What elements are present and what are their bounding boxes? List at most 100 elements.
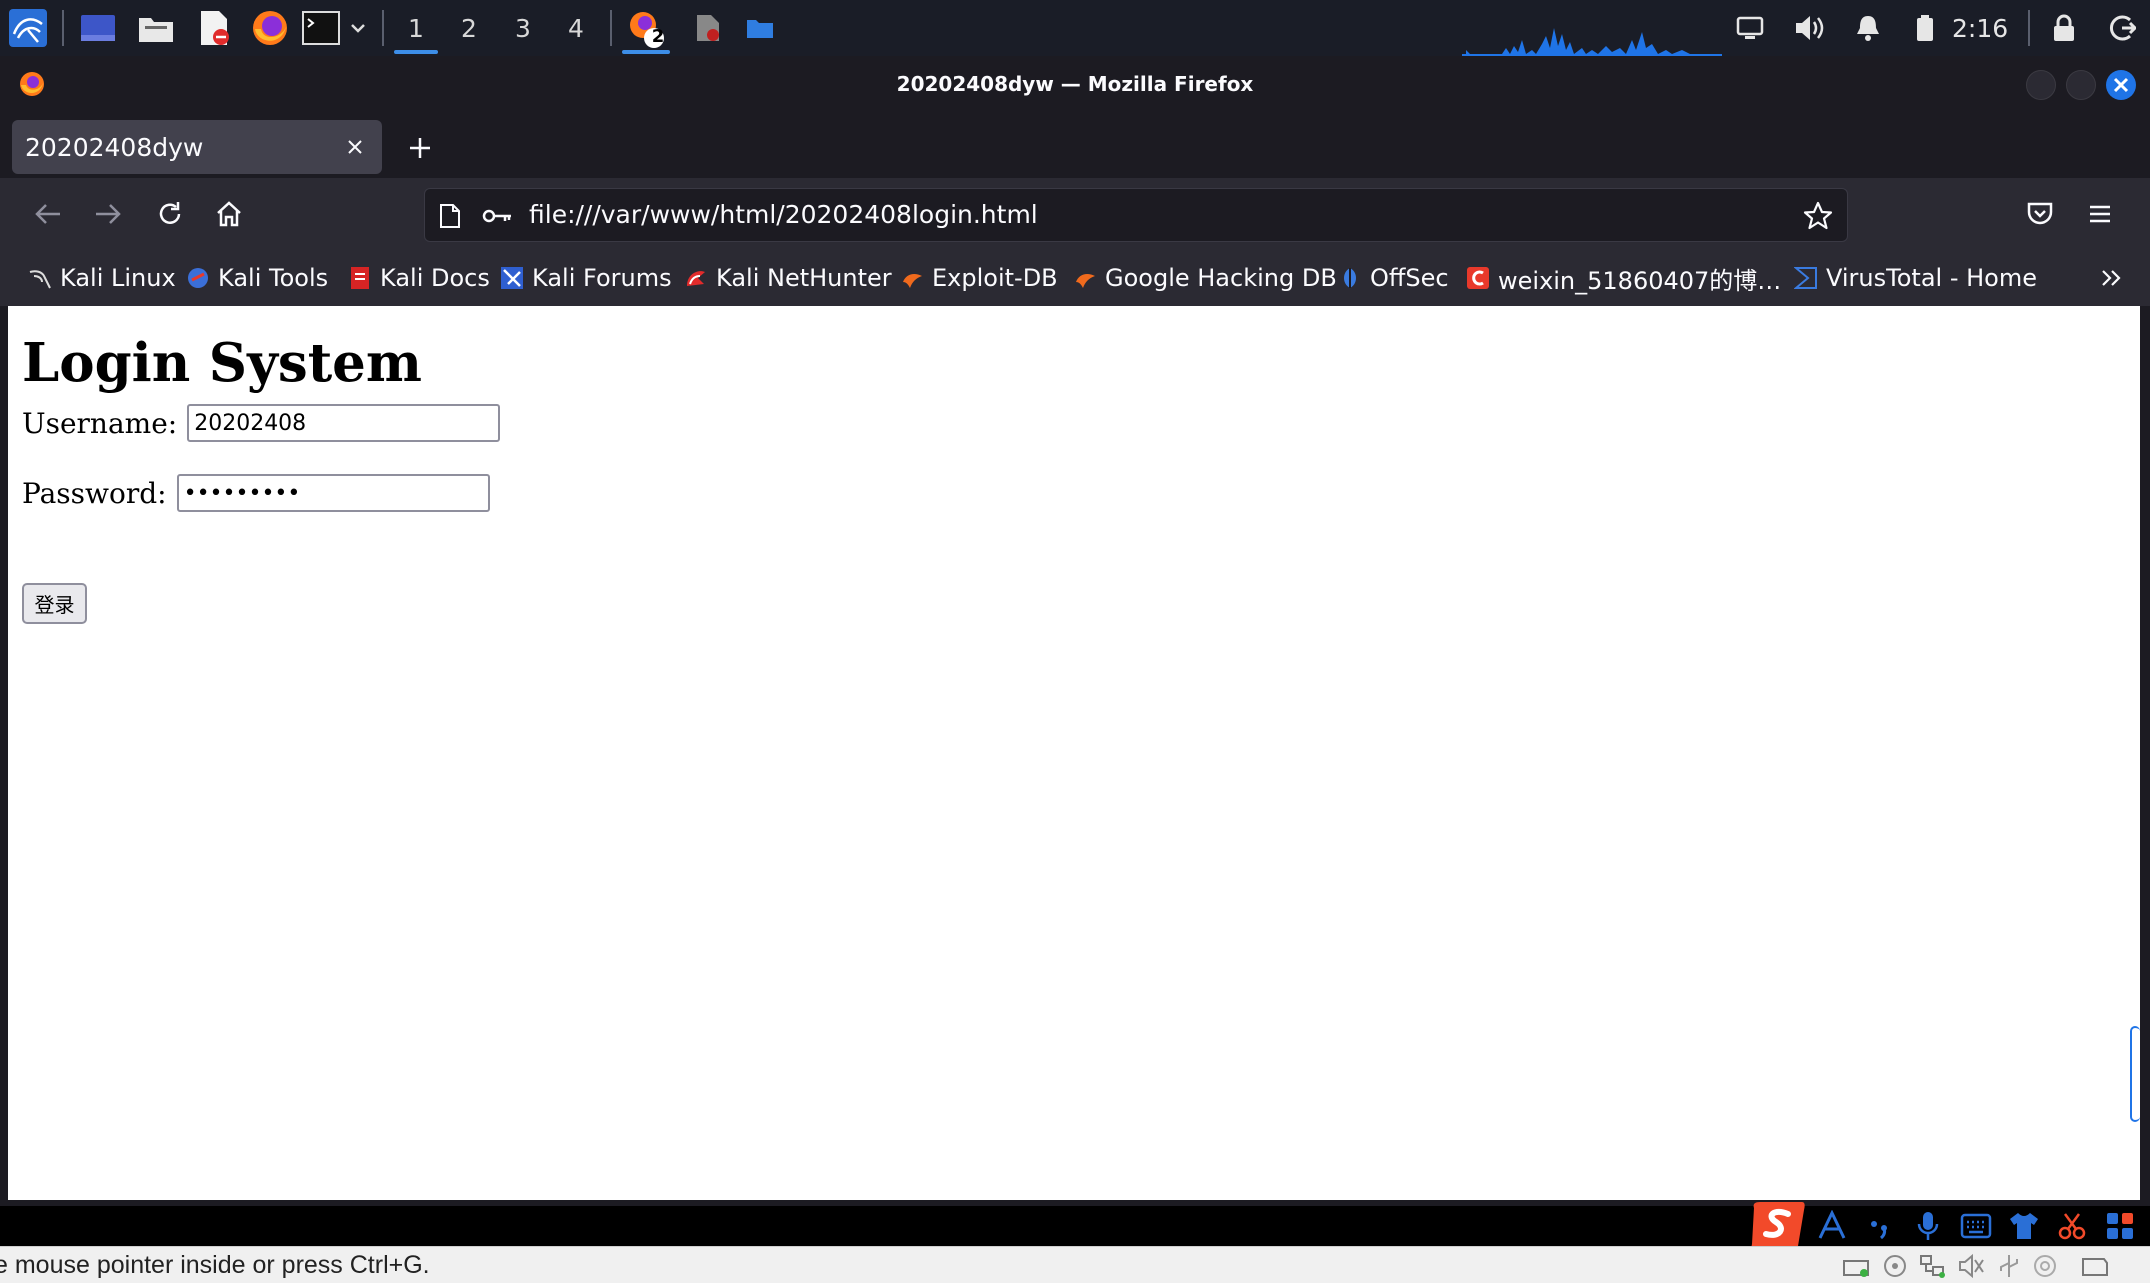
taskbar-firefox[interactable]: 2 [618,0,674,56]
password-label: Password: [22,476,167,510]
back-button[interactable] [26,192,70,236]
maximize-button[interactable] [2066,70,2096,100]
password-input[interactable] [176,474,490,512]
bookmark-google-hacking-db[interactable]: Google Hacking DB [1073,250,1337,306]
ime-skin-icon[interactable] [2000,1202,2048,1250]
firefox-icon[interactable] [248,6,292,50]
url-text[interactable]: file:///var/www/html/20202408login.html [529,189,1038,243]
page-icon[interactable] [439,203,461,233]
vm-host-key-icon[interactable] [2080,1252,2110,1280]
vm-status-message: e mouse pointer inside or press Ctrl+G. [0,1251,430,1279]
username-row: Username: [22,404,501,442]
bookmark-kali-forums[interactable]: Kali Forums [500,250,672,306]
workspace-3[interactable]: 3 [497,0,549,56]
hamburger-menu-icon [2090,205,2110,223]
ghdb-icon [1073,266,1097,290]
bookmark-kali-nethunter[interactable]: Kali NetHunter [684,250,892,306]
csdn-icon [1466,266,1490,290]
vm-hdd-icon[interactable] [1842,1252,1872,1280]
app-menu-button[interactable] [2078,192,2122,236]
username-label: Username: [22,406,178,440]
bookmark-csdn-blog[interactable]: weixin_51860407的博… [1466,250,1781,306]
kali-tools-icon [186,266,210,290]
close-window-button[interactable] [2106,70,2136,100]
plus-icon [410,138,430,158]
terminal-icon[interactable] [300,6,342,50]
close-icon [348,140,362,154]
ime-mode-icon[interactable] [1808,1202,1856,1250]
desktop-icon[interactable] [76,6,120,50]
vm-network-icon[interactable] [1918,1252,1948,1280]
vm-status-bar: e mouse pointer inside or press Ctrl+G. [0,1246,2150,1283]
notification-icon[interactable] [1852,6,1884,50]
ime-punctuation-icon[interactable] [1856,1202,1904,1250]
minimize-button[interactable] [2026,70,2056,100]
window-title: 20202408dyw — Mozilla Firefox [896,72,1254,96]
display-icon[interactable] [1734,6,1766,50]
kali-menu-icon[interactable] [4,6,52,50]
username-input[interactable] [187,404,501,442]
bookmark-virustotal[interactable]: VirusTotal - Home [1794,250,2037,306]
nethunter-icon [684,266,708,290]
key-icon[interactable] [481,204,513,232]
firefox-window: 20202408dyw — Mozilla Firefox 20202408dy… [0,56,2150,1206]
taskbar-files[interactable] [740,6,780,50]
vm-capture-icon[interactable] [2030,1252,2060,1280]
ime-tools-icon[interactable] [2048,1202,2096,1250]
ime-voice-icon[interactable] [1904,1202,1952,1250]
chevron-down-icon[interactable] [346,6,370,50]
window-count-badge: 2 [651,26,665,47]
workspace-1[interactable]: 1 [390,0,442,56]
vm-audio-icon[interactable] [1956,1252,1986,1280]
scrollbar-handle[interactable] [2130,1026,2140,1122]
login-button[interactable]: 登录 [22,583,87,624]
kali-forums-icon [500,266,524,290]
title-bar[interactable]: 20202408dyw — Mozilla Firefox [0,56,2150,112]
tab-close-button[interactable] [340,132,370,162]
virustotal-icon [1794,266,1818,290]
ime-apps-icon[interactable] [2096,1202,2144,1250]
new-tab-button[interactable] [400,128,440,168]
bookmark-kali-docs[interactable]: Kali Docs [348,250,490,306]
volume-icon[interactable] [1792,6,1828,50]
vm-usb-icon[interactable] [1994,1252,2024,1280]
forward-button[interactable] [86,192,130,236]
bookmark-offsec[interactable]: OffSec [1338,250,1449,306]
bookmark-kali-tools[interactable]: Kali Tools [186,250,328,306]
bookmark-exploit-db[interactable]: Exploit-DB [900,250,1058,306]
page-content: Login System Username: Password: 登录 [8,306,2140,1200]
arrow-right-icon [96,204,121,224]
workspace-4[interactable]: 4 [550,0,602,56]
exploit-db-icon [900,266,924,290]
taskbar-editor[interactable] [688,6,728,50]
bookmarks-overflow-button[interactable] [2092,250,2132,306]
pocket-icon [2027,202,2053,225]
address-bar[interactable]: file:///var/www/html/20202408login.html [424,188,1848,242]
reload-button[interactable] [148,192,192,236]
workspace-2[interactable]: 2 [443,0,495,56]
clock[interactable]: 2:16 [1952,0,2014,56]
offsec-icon [1338,266,1362,290]
bookmark-star-icon[interactable] [1803,201,1833,235]
close-icon [2113,77,2129,93]
password-row: Password: [22,474,490,512]
files-icon[interactable] [134,6,178,50]
battery-icon[interactable] [1912,6,1938,50]
bookmarks-toolbar: Kali Linux Kali Tools Kali Docs Kali For… [0,250,2150,306]
navigation-toolbar: file:///var/www/html/20202408login.html [0,178,2150,250]
reload-icon [159,202,181,224]
top-panel: 1 2 3 4 2 2:16 [0,0,2150,56]
arrow-left-icon [35,204,60,224]
page-heading: Login System [22,332,422,394]
logout-icon[interactable] [2104,6,2140,50]
tab-20202408dyw[interactable]: 20202408dyw [12,120,382,174]
lock-icon[interactable] [2048,6,2080,50]
vm-cd-icon[interactable] [1880,1252,1910,1280]
text-editor-icon[interactable] [192,6,236,50]
kali-dragon-icon [28,266,52,290]
cpu-graph [1462,28,1722,56]
home-button[interactable] [207,192,251,236]
bookmark-kali-linux[interactable]: Kali Linux [28,250,176,306]
pocket-button[interactable] [2018,192,2062,236]
ime-keyboard-icon[interactable] [1952,1202,2000,1250]
